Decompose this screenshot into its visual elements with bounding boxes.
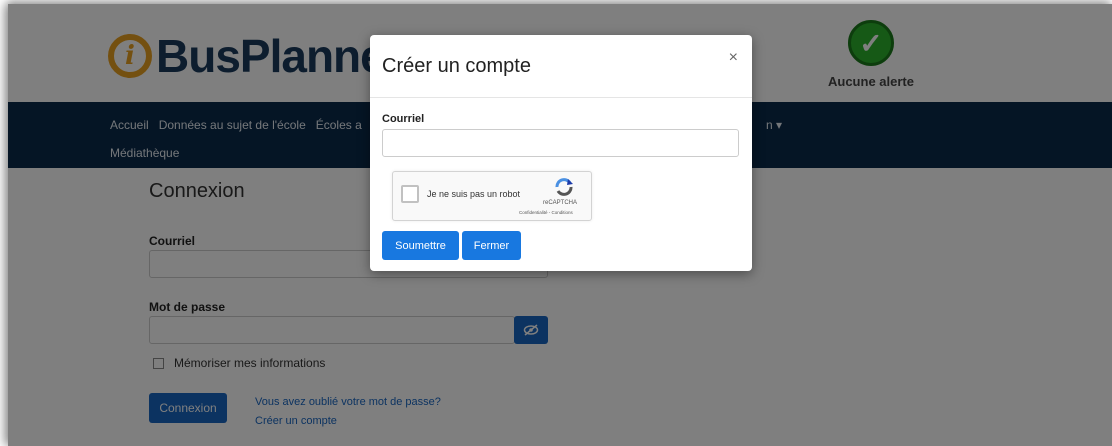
- create-account-modal: Créer un compte × Courriel Je ne suis pa…: [370, 35, 752, 271]
- modal-email-field[interactable]: [382, 129, 739, 157]
- close-icon[interactable]: ×: [729, 49, 738, 67]
- modal-email-label: Courriel: [382, 113, 425, 125]
- modal-title: Créer un compte: [382, 55, 531, 77]
- recaptcha-icon: [555, 178, 573, 196]
- close-button[interactable]: Fermer: [462, 231, 521, 260]
- recaptcha-terms[interactable]: Confidentialité - Conditions: [519, 210, 573, 215]
- browser-page: i BusPlanner ✓ Aucune alerte Accueil Don…: [8, 4, 1112, 446]
- modal-header: Créer un compte ×: [370, 35, 752, 98]
- recaptcha-label: Je ne suis pas un robot: [427, 189, 521, 199]
- recaptcha-widget: Je ne suis pas un robot reCAPTCHA Confid…: [392, 171, 592, 221]
- recaptcha-brand: reCAPTCHA: [543, 200, 578, 206]
- recaptcha-checkbox[interactable]: [401, 185, 419, 203]
- submit-button[interactable]: Soumettre: [382, 231, 459, 260]
